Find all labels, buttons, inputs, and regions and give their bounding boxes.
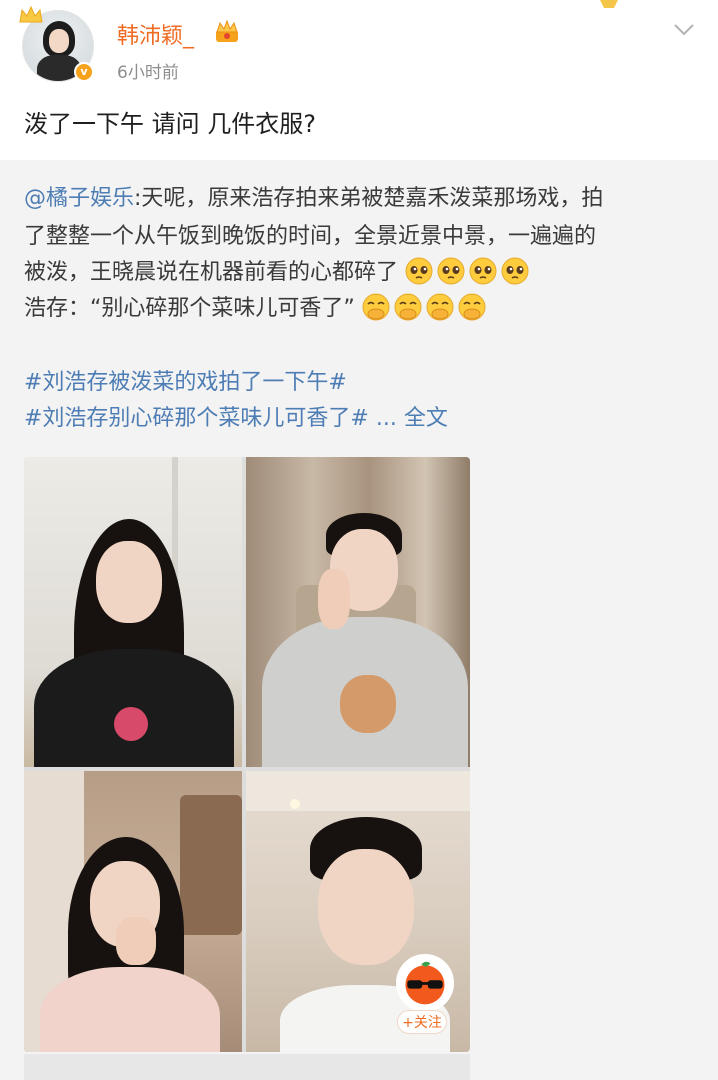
repost-line-1: @橘子娱乐:天呢，原来浩存拍来弟被楚嘉禾泼菜那场戏，拍 <box>24 186 604 211</box>
face-with-hand-over-mouth-icon <box>362 293 390 321</box>
post-timestamp: 6小时前 <box>117 63 179 83</box>
sparkle-decoration-icon <box>600 0 618 8</box>
repost-line-3: 被泼，王晓晨说在机器前看的心都碎了 <box>24 257 533 288</box>
pleading-face-icon <box>501 257 529 285</box>
full-text-link[interactable]: ... 全文 <box>376 406 448 431</box>
author-name[interactable]: 韩沛颖_ <box>117 18 194 50</box>
pleading-face-icon <box>469 257 497 285</box>
face-with-hand-over-mouth-icon <box>458 293 486 321</box>
verified-badge-icon: v <box>74 62 94 82</box>
repost-line-hashtag-2: #刘浩存别心碎那个菜味儿可香了# ... 全文 <box>24 404 448 434</box>
vip-crown-icon <box>216 20 238 42</box>
pleading-face-icon <box>405 257 433 285</box>
chevron-down-icon[interactable] <box>672 18 696 40</box>
face-with-hand-over-mouth-icon <box>394 293 422 321</box>
repost-line-2: 了整整一个从午饭到晚饭的时间，全景近景中景，一遍遍的 <box>24 224 597 249</box>
face-with-hand-over-mouth-icon <box>426 293 454 321</box>
follow-button[interactable]: +关注 <box>397 1010 447 1034</box>
video-thumbnail-2[interactable] <box>246 457 470 767</box>
author-avatar-group[interactable]: v <box>19 5 94 82</box>
post-text: 泼了一下午 请问 几件衣服? <box>24 110 316 138</box>
next-image-strip <box>24 1054 470 1080</box>
video-thumbnail-3[interactable] <box>24 771 242 1052</box>
crown-decoration-icon <box>19 5 43 23</box>
mention-link[interactable]: @橘子娱乐 <box>24 186 134 211</box>
post-header: v 韩沛颖_ 6小时前 泼了一下午 请问 几件衣服? <box>0 0 718 160</box>
orange-sunglasses-avatar-icon[interactable] <box>396 954 454 1012</box>
hashtag-link[interactable]: #刘浩存被泼菜的戏拍了一下午# <box>24 368 347 398</box>
video-thumbnail-1[interactable] <box>24 457 242 767</box>
follow-widget: +关注 <box>396 954 456 1034</box>
repost-line-4: 浩存：“别心碎那个菜味儿可香了” <box>24 293 490 324</box>
pleading-face-icon <box>437 257 465 285</box>
hashtag-link[interactable]: #刘浩存别心碎那个菜味儿可香了# <box>24 406 369 431</box>
